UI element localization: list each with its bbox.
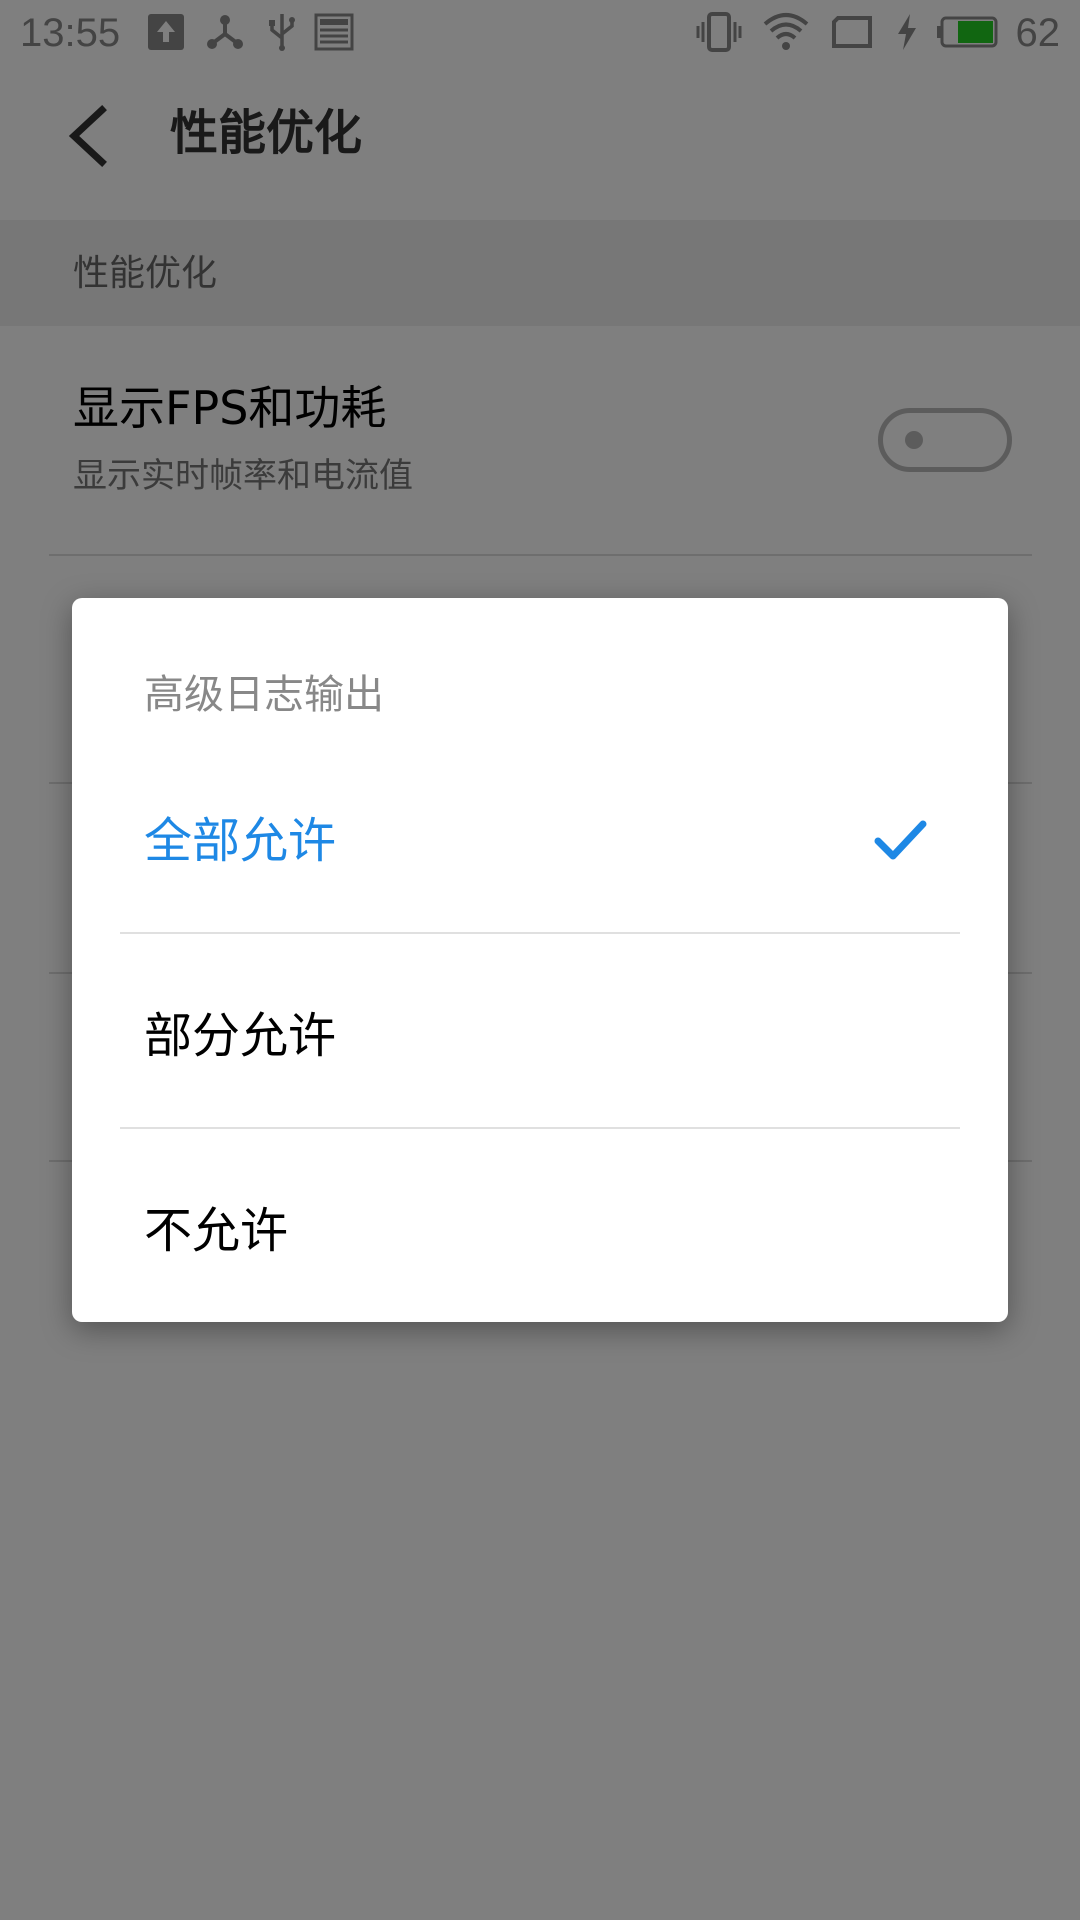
log-output-dialog: 高级日志输出 全部允许 部分允许 不允许 [72,598,1008,1322]
option-allow-partial[interactable]: 部分允许 [72,938,1008,1133]
dialog-title: 高级日志输出 [144,672,384,718]
option-divider [120,1127,960,1129]
option-deny[interactable]: 不允许 [72,1133,1008,1328]
option-allow-all[interactable]: 全部允许 [72,743,1008,938]
option-label: 部分允许 [144,1008,337,1064]
option-label: 全部允许 [144,813,337,869]
option-divider [120,932,960,934]
option-label: 不允许 [144,1203,289,1259]
check-icon [874,820,927,860]
